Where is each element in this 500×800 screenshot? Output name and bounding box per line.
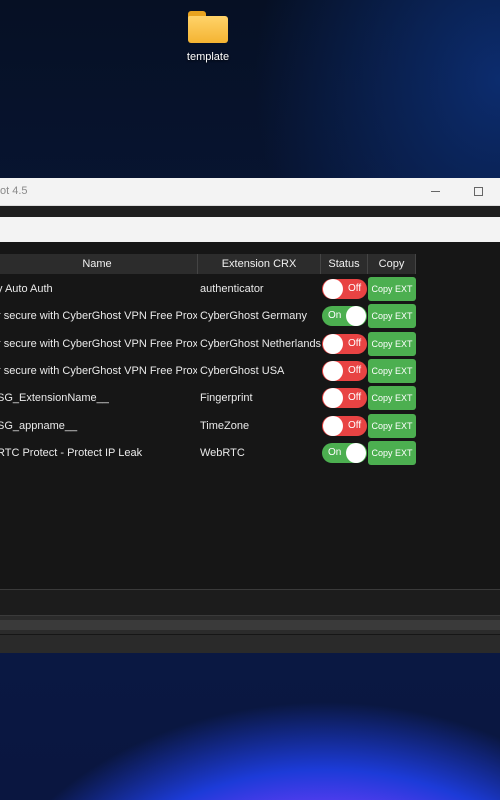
copy-ext-button[interactable]: Copy EXT: [368, 413, 416, 438]
status-bar: [0, 589, 500, 616]
row-extension: TimeZone: [200, 419, 250, 432]
folder-icon: [188, 11, 228, 43]
copy-ext-button[interactable]: Copy EXT: [368, 440, 416, 465]
minimize-icon[interactable]: [427, 184, 445, 198]
row-extension: authenticator: [200, 283, 264, 295]
table-row[interactable]: r secure with CyberGhost VPN Free Proxy C…: [0, 331, 500, 358]
toggle-knob: [323, 388, 343, 409]
toggle-state-label: Off: [348, 364, 362, 376]
window-bottom-strip: [0, 635, 500, 653]
status-toggle[interactable]: Off: [322, 388, 367, 409]
title-bar[interactable]: ot 4.5: [0, 178, 500, 206]
copy-ext-button[interactable]: Copy EXT: [368, 277, 416, 301]
copy-ext-button[interactable]: Copy EXT: [368, 304, 416, 329]
table-row[interactable]: y Auto Auth authenticator Off Copy EXT: [0, 276, 500, 303]
horizontal-scrollbar[interactable]: [0, 616, 500, 634]
status-toggle[interactable]: Off: [322, 360, 367, 381]
row-name: y Auto Auth: [0, 283, 53, 295]
copy-ext-button[interactable]: Copy EXT: [368, 386, 416, 411]
app-window: ot 4.5 Name Extension CRX Status Copy y …: [0, 178, 500, 635]
row-name: r secure with CyberGhost VPN Free Proxy: [0, 310, 197, 323]
toggle-knob: [323, 333, 343, 354]
search-input[interactable]: [0, 217, 500, 242]
copy-ext-button[interactable]: Copy EXT: [368, 358, 416, 383]
desktop-icon-label: template: [186, 51, 230, 63]
toggle-knob: [323, 415, 343, 436]
row-extension: CyberGhost Netherlands: [200, 337, 322, 350]
table-row[interactable]: RTC Protect - Protect IP Leak WebRTC On Cop…: [0, 440, 500, 467]
status-toggle[interactable]: On: [322, 442, 367, 463]
table-row[interactable]: r secure with CyberGhost VPN Free Proxy C…: [0, 303, 500, 330]
table-row[interactable]: r secure with CyberGhost VPN Free Proxy C…: [0, 358, 500, 385]
maximize-icon[interactable]: [469, 184, 487, 198]
status-toggle[interactable]: Off: [322, 279, 367, 299]
status-toggle[interactable]: Off: [322, 333, 367, 354]
toggle-state-label: Off: [348, 419, 362, 431]
column-header-status[interactable]: Status: [321, 254, 368, 274]
toggle-state-label: Off: [348, 337, 362, 349]
row-name: SG_ExtensionName__: [0, 392, 109, 405]
status-toggle[interactable]: On: [322, 306, 367, 327]
row-name: RTC Protect - Protect IP Leak: [0, 446, 143, 459]
window-title: ot 4.5: [0, 185, 28, 197]
copy-ext-button[interactable]: Copy EXT: [368, 331, 416, 356]
column-header-name[interactable]: Name: [0, 254, 198, 274]
toggle-knob: [346, 442, 366, 463]
row-extension: CyberGhost Germany: [200, 310, 307, 323]
row-extension: Fingerprint: [200, 392, 253, 405]
toolbar: [0, 206, 500, 217]
scrollbar-thumb[interactable]: [0, 620, 500, 630]
row-extension: CyberGhost USA: [200, 364, 285, 377]
toggle-state-label: Off: [348, 283, 362, 294]
toggle-state-label: Off: [348, 392, 362, 404]
toggle-knob: [346, 306, 366, 327]
toggle-knob: [323, 360, 343, 381]
column-header-copy[interactable]: Copy: [368, 254, 416, 274]
column-header-extension[interactable]: Extension CRX: [198, 254, 321, 274]
table-row[interactable]: SG_appname__ TimeZone Off Copy EXT: [0, 413, 500, 440]
desktop-icon-template[interactable]: template: [176, 8, 240, 63]
toggle-knob: [323, 279, 343, 299]
table-row[interactable]: SG_ExtensionName__ Fingerprint Off Copy EXT: [0, 385, 500, 412]
row-name: r secure with CyberGhost VPN Free Proxy: [0, 337, 197, 350]
status-toggle[interactable]: Off: [322, 415, 367, 436]
row-name: r secure with CyberGhost VPN Free Proxy: [0, 364, 197, 377]
toggle-state-label: On: [328, 446, 342, 458]
toggle-state-label: On: [328, 310, 342, 322]
row-extension: WebRTC: [200, 446, 245, 459]
row-name: SG_appname__: [0, 419, 78, 432]
